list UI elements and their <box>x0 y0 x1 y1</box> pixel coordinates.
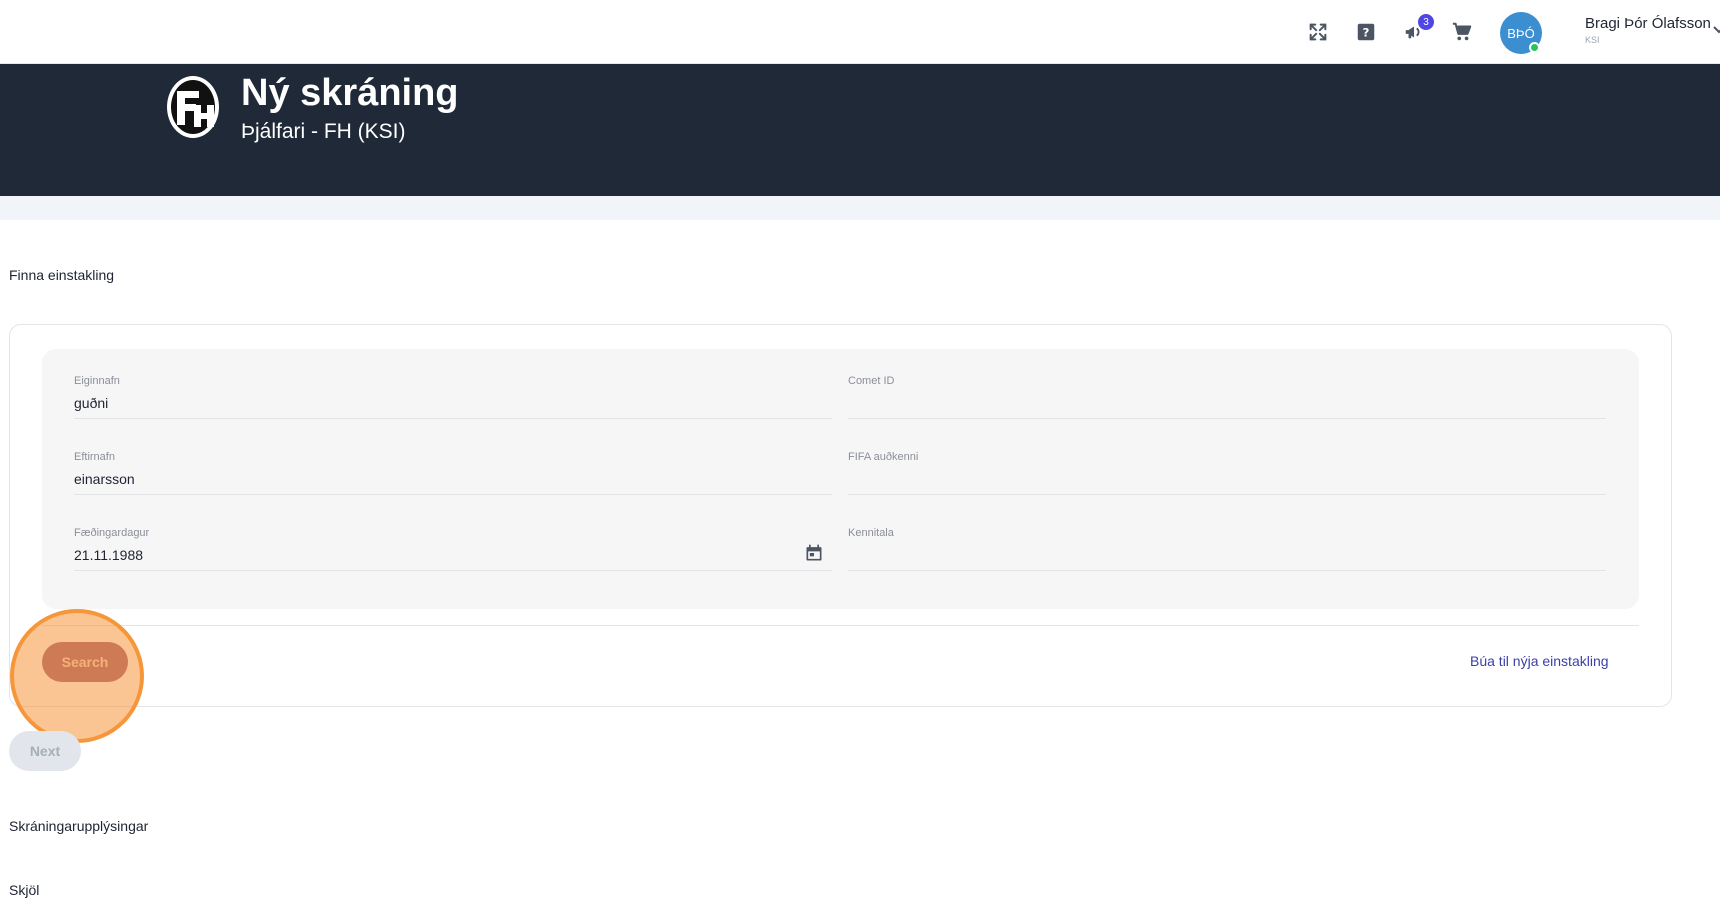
search-button[interactable]: Search <box>42 642 128 682</box>
chevron-down-icon[interactable] <box>1712 22 1720 36</box>
search-card: Eiginnafn guðni Comet ID Eftirnafn einar… <box>9 324 1672 707</box>
avatar[interactable]: BÞÓ <box>1500 12 1542 54</box>
cart-icon[interactable] <box>1450 20 1474 44</box>
online-status-dot <box>1529 42 1540 53</box>
page-subtitle: Þjálfari - FH (KSI) <box>241 120 406 143</box>
birth-date-label: Fæðingardagur <box>74 527 150 539</box>
card-divider <box>42 625 1639 626</box>
section-title-find-person[interactable]: Finna einstakling <box>9 267 114 283</box>
notification-badge: 3 <box>1418 14 1434 30</box>
kennitala-label: Kennitala <box>848 527 894 539</box>
section-title-documents[interactable]: Skjöl <box>9 882 39 898</box>
kennitala-field[interactable]: Kennitala <box>848 501 1606 571</box>
comet-id-field[interactable]: Comet ID <box>848 349 1606 419</box>
top-bar: ? 3 BÞÓ Bragi Þór Ólafsson KSI <box>0 0 1720 64</box>
page-title: Ný skráning <box>241 72 459 114</box>
search-form: Eiginnafn guðni Comet ID Eftirnafn einar… <box>42 349 1639 609</box>
avatar-initials: BÞÓ <box>1507 25 1535 41</box>
user-name[interactable]: Bragi Þór Ólafsson <box>1585 15 1711 32</box>
help-icon[interactable]: ? <box>1354 20 1378 44</box>
club-logo <box>166 75 220 139</box>
birth-date-value[interactable]: 21.11.1988 <box>74 547 143 563</box>
first-name-value[interactable]: guðni <box>74 395 108 411</box>
section-title-registration-info[interactable]: Skráningarupplýsingar <box>9 818 148 834</box>
first-name-field[interactable]: Eiginnafn guðni <box>74 349 832 419</box>
next-button[interactable]: Next <box>9 731 81 771</box>
fifa-id-label: FIFA auðkenni <box>848 451 919 463</box>
header-spacer <box>0 196 1720 220</box>
user-org: KSI <box>1585 35 1600 45</box>
last-name-value[interactable]: einarsson <box>74 471 135 487</box>
page-header: Ný skráning Þjálfari - FH (KSI) <box>0 64 1720 196</box>
svg-text:?: ? <box>1363 26 1370 40</box>
fifa-id-field[interactable]: FIFA auðkenni <box>848 425 1606 495</box>
first-name-label: Eiginnafn <box>74 375 120 387</box>
last-name-label: Eftirnafn <box>74 451 115 463</box>
create-new-person-link[interactable]: Búa til nýja einstakling <box>1470 653 1609 669</box>
last-name-field[interactable]: Eftirnafn einarsson <box>74 425 832 495</box>
fullscreen-icon[interactable] <box>1306 20 1330 44</box>
birth-date-field[interactable]: Fæðingardagur 21.11.1988 <box>74 501 832 571</box>
comet-id-label: Comet ID <box>848 375 895 387</box>
calendar-icon[interactable] <box>804 543 824 563</box>
megaphone-icon[interactable]: 3 <box>1402 14 1434 44</box>
